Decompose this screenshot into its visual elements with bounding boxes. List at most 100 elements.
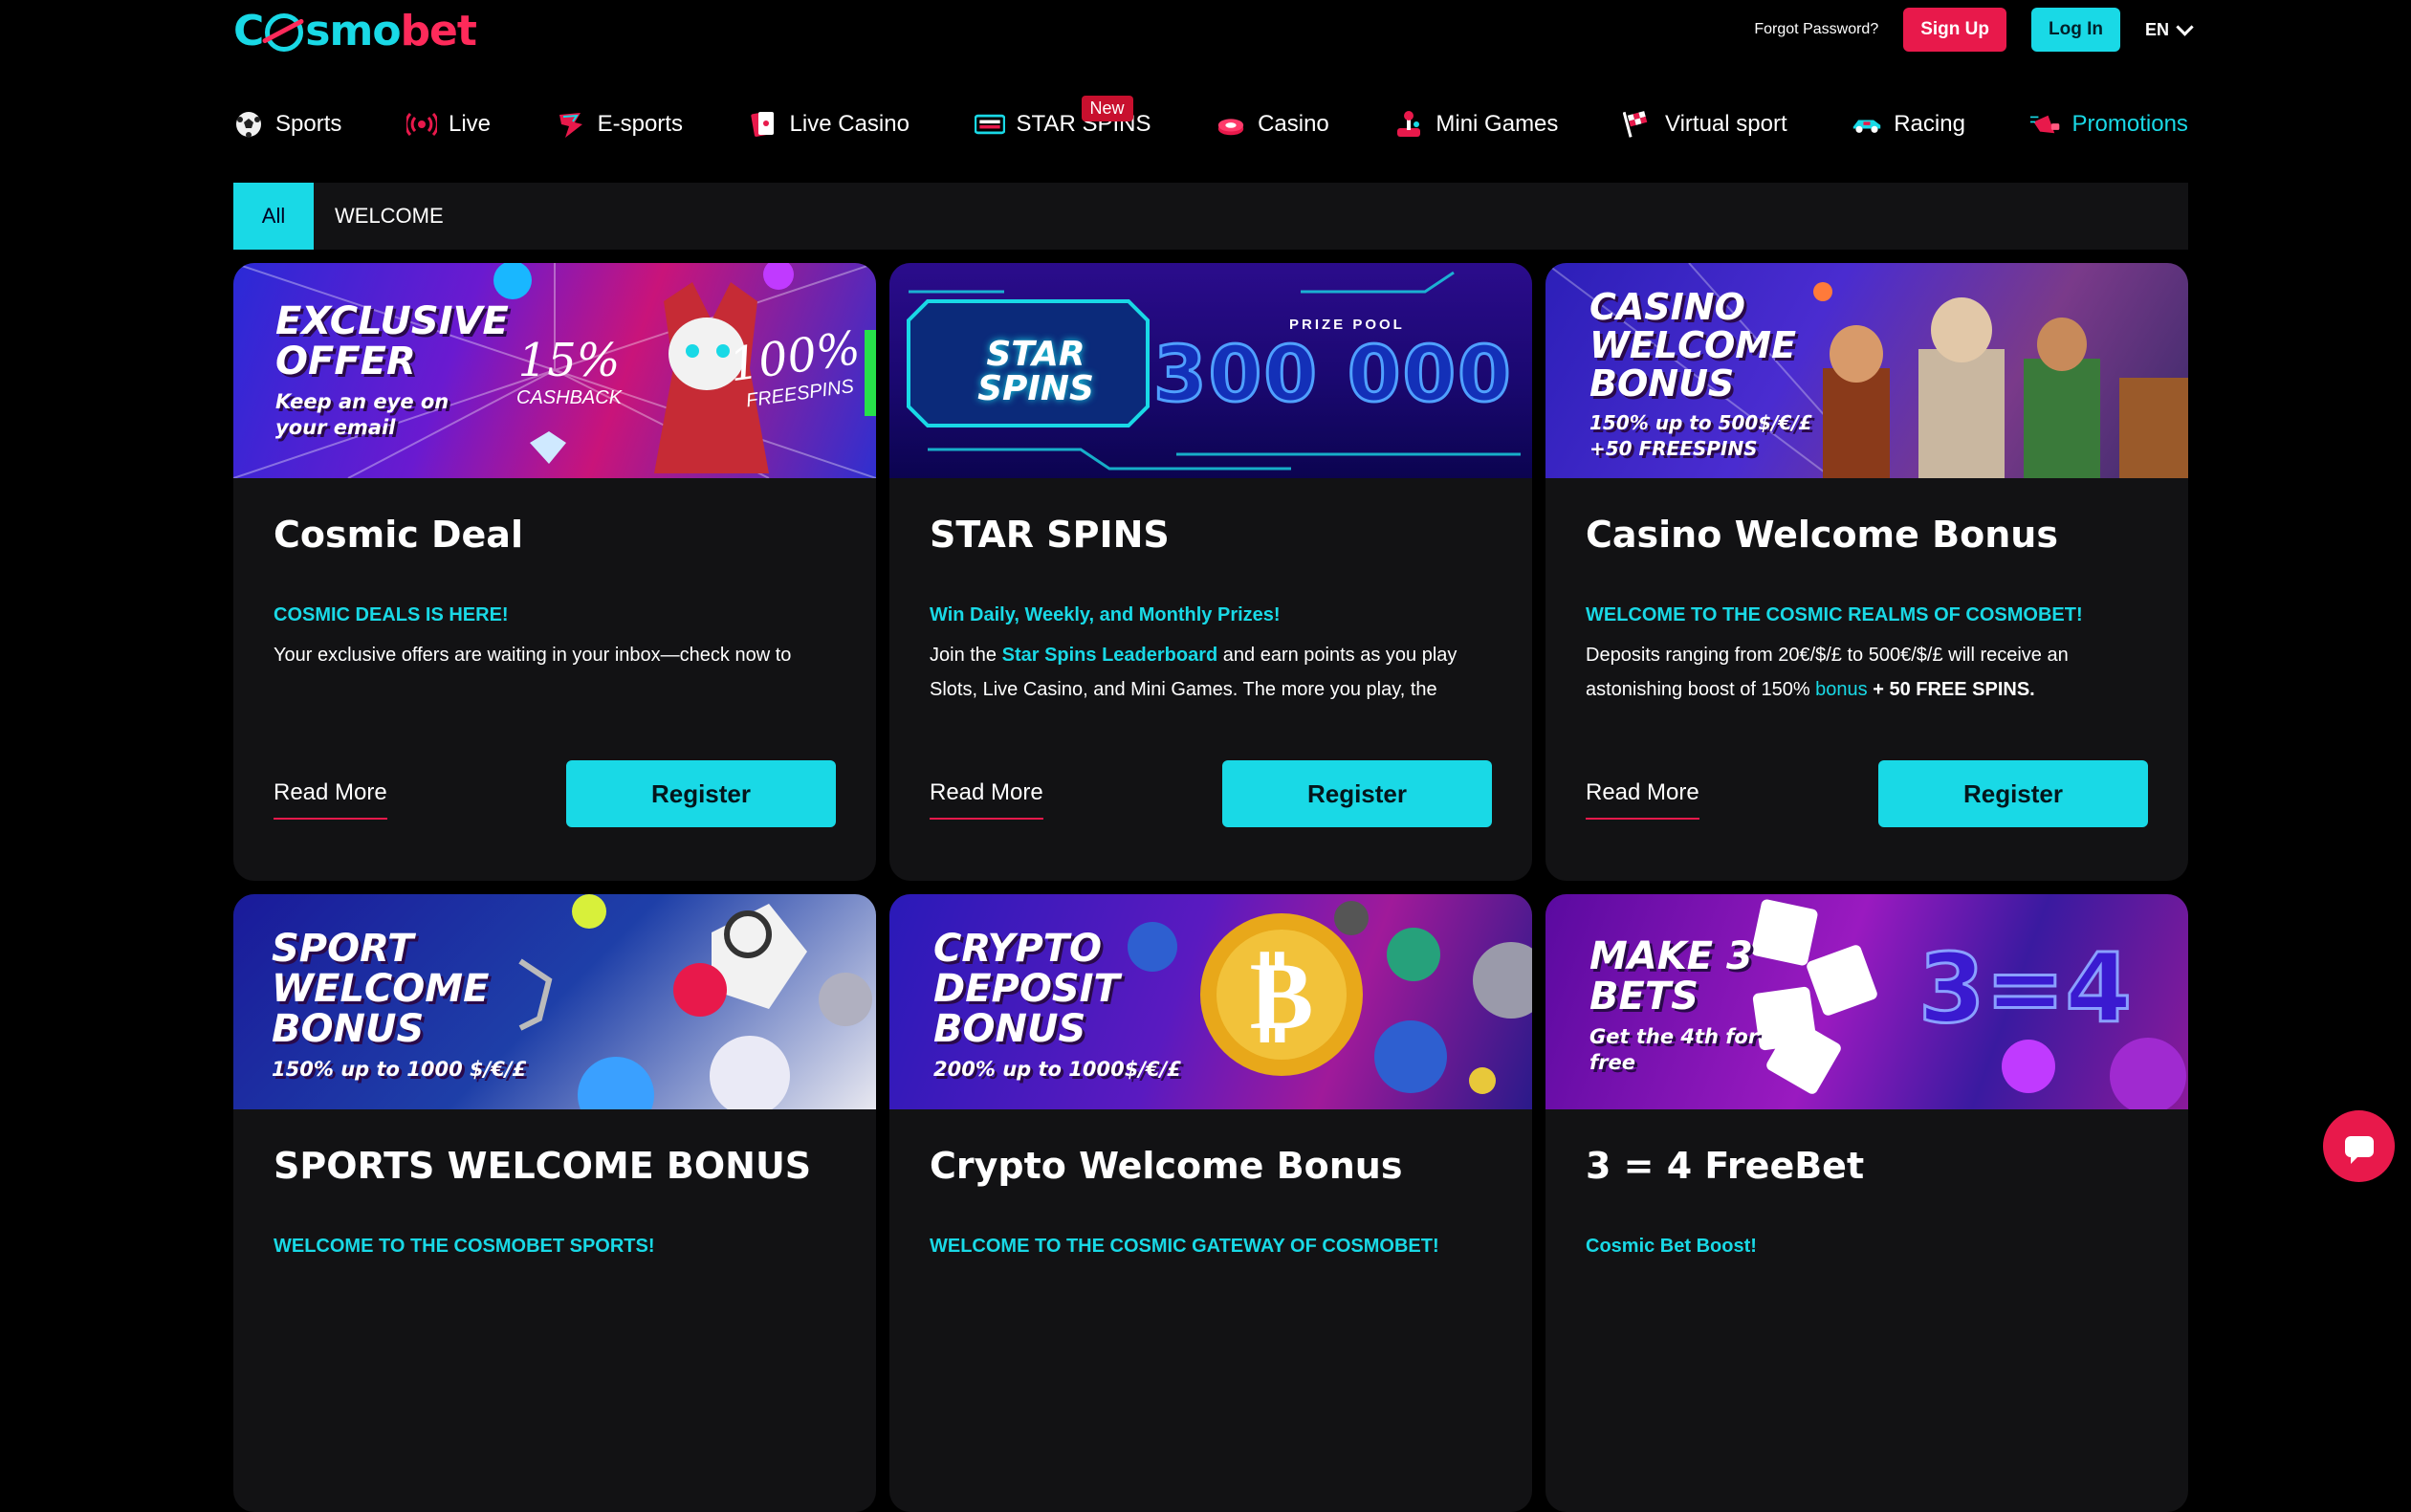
nav-label: Sports — [275, 111, 342, 137]
nav-label: E-sports — [597, 111, 683, 137]
nav-item-mini-games[interactable]: Mini Games — [1393, 109, 1558, 140]
new-badge: New — [1081, 96, 1133, 121]
language-label: EN — [2144, 19, 2169, 39]
banner-text: Exclusive Offer Keep an eye on your emai… — [275, 299, 509, 441]
live-signal-icon — [405, 109, 437, 140]
nav-item-esports[interactable]: E-sports — [556, 109, 683, 140]
nav-item-racing[interactable]: Racing — [1852, 109, 1965, 140]
nav-item-promotions[interactable]: Promotions — [2029, 109, 2188, 140]
read-more-link[interactable]: Read More — [930, 779, 1043, 820]
cashback-value: 15% — [517, 334, 621, 387]
megaphone-icon — [2029, 109, 2061, 140]
banner-title: Crypto Deposit Bonus — [933, 927, 1120, 1051]
register-button[interactable]: Register — [1222, 760, 1492, 827]
cosmobet-logo[interactable]: Csmo bet — [233, 6, 477, 55]
header-actions: Forgot Password? Sign Up Log In EN — [1754, 6, 2194, 54]
logo-text-bet: bet — [400, 6, 477, 55]
svg-text:₿: ₿ — [1250, 939, 1314, 1051]
promo-card-3-4-freebet: 3=4 Make 3 Bets Get the 4th for free 3 =… — [1545, 894, 2188, 1512]
nav-item-live[interactable]: Live — [405, 109, 491, 140]
nav-label: Promotions — [2071, 111, 2188, 137]
banner-title: Exclusive Offer — [275, 299, 509, 383]
card-subtitle: WELCOME TO THE COSMIC REALMS OF COSMOBET… — [1586, 604, 2083, 625]
card-title: SPORTS WELCOME BONUS — [274, 1145, 812, 1187]
leaderboard-link[interactable]: Star Spins Leaderboard — [1002, 645, 1218, 666]
logo-text-c: C — [233, 6, 264, 55]
cards-icon — [748, 109, 778, 140]
card-title: Crypto Welcome Bonus — [930, 1145, 1403, 1187]
casino-chips-icon — [1216, 109, 1246, 140]
banner-subtitle: 150% up to 1000 $/€/£ — [272, 1058, 527, 1081]
card-title: Cosmic Deal — [274, 514, 523, 556]
nav-item-sports[interactable]: Sports — [233, 109, 341, 140]
promotions-grid: Exclusive Offer Keep an eye on your emai… — [233, 263, 2188, 1512]
checkered-flag-icon — [1623, 109, 1654, 140]
soccer-ball-icon — [233, 109, 264, 140]
sign-up-button[interactable]: Sign Up — [1903, 8, 2006, 52]
card-description: Your exclusive offers are waiting in you… — [274, 645, 792, 666]
banner-equation: 3=4 — [1918, 931, 2134, 1046]
card-subtitle: COSMIC DEALS IS HERE! — [274, 604, 509, 625]
register-button[interactable]: Register — [566, 760, 836, 827]
promo-card-star-spins: STAR SPINS PRIZE POOL 300 000 STAR SPINS… — [889, 263, 1532, 881]
read-more-link[interactable]: Read More — [274, 779, 387, 820]
banner-title: Make 3 Bets — [1589, 934, 1753, 1019]
read-more-link[interactable]: Read More — [1586, 779, 1699, 820]
nav-label: Mini Games — [1436, 111, 1559, 137]
promo-banner: Sport Welcome Bonus 150% up to 1000 $/€/… — [233, 894, 876, 1109]
category-filter-bar: All WELCOME — [233, 183, 2188, 250]
promo-banner: Casino Welcome Bonus 150% up to 500$/€/£… — [1545, 263, 2188, 478]
main-nav: Sports Live E-sports Live Casino STAR SP… — [233, 96, 2188, 153]
card-title: Casino Welcome Bonus — [1586, 514, 2058, 556]
card-title: 3 = 4 FreeBet — [1586, 1145, 1865, 1187]
promo-banner: 3=4 Make 3 Bets Get the 4th for free — [1545, 894, 2188, 1109]
card-subtitle: WELCOME TO THE COSMOBET SPORTS! — [274, 1236, 655, 1257]
promo-banner: STAR SPINS PRIZE POOL 300 000 — [889, 263, 1532, 478]
nav-label: Virtual sport — [1665, 111, 1787, 137]
joystick-icon — [1393, 109, 1424, 140]
card-description: Join the Star Spins Leaderboard and earn… — [930, 638, 1494, 707]
cashback-badge: 15% CASHBACK — [516, 334, 622, 409]
nav-label: Live — [448, 111, 491, 137]
star-spins-icon — [974, 109, 1005, 140]
banner-text: Crypto Deposit Bonus 200% up to 1000$/€/… — [933, 929, 1220, 1083]
tab-all[interactable]: All — [233, 183, 314, 250]
logo-planet-icon — [265, 13, 304, 52]
description-text: + 50 FREE SPINS. — [1867, 679, 2035, 700]
nav-item-star-spins[interactable]: STAR SPINS New — [974, 96, 1151, 140]
bonus-link[interactable]: bonus — [1815, 679, 1868, 700]
language-selector[interactable]: EN — [2144, 17, 2194, 40]
register-button[interactable]: Register — [1878, 760, 2148, 827]
promo-banner: ₿ Crypto Deposit Bonus 200% up to 1000$/… — [889, 894, 1532, 1109]
banner-title: STAR SPINS — [977, 335, 1094, 408]
nav-item-virtual-sport[interactable]: Virtual sport — [1623, 109, 1787, 140]
banner-title: Sport Welcome Bonus — [272, 927, 490, 1051]
card-subtitle: Win Daily, Weekly, and Monthly Prizes! — [930, 604, 1281, 625]
chat-button[interactable] — [2323, 1110, 2395, 1182]
card-description: Deposits ranging from 20€/$/£ to 500€/$/… — [1586, 638, 2150, 707]
prize-pool-value: 300 000 — [1152, 329, 1513, 421]
chevron-down-icon — [2176, 17, 2194, 36]
forgot-password-link[interactable]: Forgot Password? — [1754, 21, 1878, 38]
banner-subtitle: Get the 4th for free — [1589, 1025, 1759, 1074]
banner-text: Casino Welcome Bonus 150% up to 500$/€/£… — [1589, 288, 1848, 462]
banner-text: Make 3 Bets Get the 4th for free — [1589, 936, 1781, 1076]
banner-text: Sport Welcome Bonus 150% up to 1000 $/€/… — [272, 929, 559, 1083]
banner-subtitle: 200% up to 1000$/€/£ — [933, 1058, 1181, 1081]
card-subtitle: Cosmic Bet Boost! — [1586, 1236, 1757, 1257]
card-subtitle: WELCOME TO THE COSMIC GATEWAY OF COSMOBE… — [930, 1236, 1439, 1257]
promo-card-crypto-welcome: ₿ Crypto Deposit Bonus 200% up to 1000$/… — [889, 894, 1532, 1512]
logo-text-smo: smo — [305, 6, 401, 55]
chat-icon — [2344, 1135, 2374, 1164]
log-in-button[interactable]: Log In — [2031, 8, 2120, 52]
nav-label: Live Casino — [789, 111, 910, 137]
tab-welcome[interactable]: WELCOME — [314, 204, 465, 229]
promo-card-cosmic-deal: Exclusive Offer Keep an eye on your emai… — [233, 263, 876, 881]
page: Csmo bet Forgot Password? Sign Up Log In … — [0, 0, 2411, 1512]
banner-title: Casino Welcome Bonus — [1589, 286, 1797, 405]
nav-item-casino[interactable]: Casino — [1216, 109, 1329, 140]
promo-card-sports-welcome: Sport Welcome Bonus 150% up to 1000 $/€/… — [233, 894, 876, 1512]
card-title: STAR SPINS — [930, 514, 1170, 556]
nav-item-live-casino[interactable]: Live Casino — [748, 109, 910, 140]
race-car-icon — [1852, 109, 1882, 140]
